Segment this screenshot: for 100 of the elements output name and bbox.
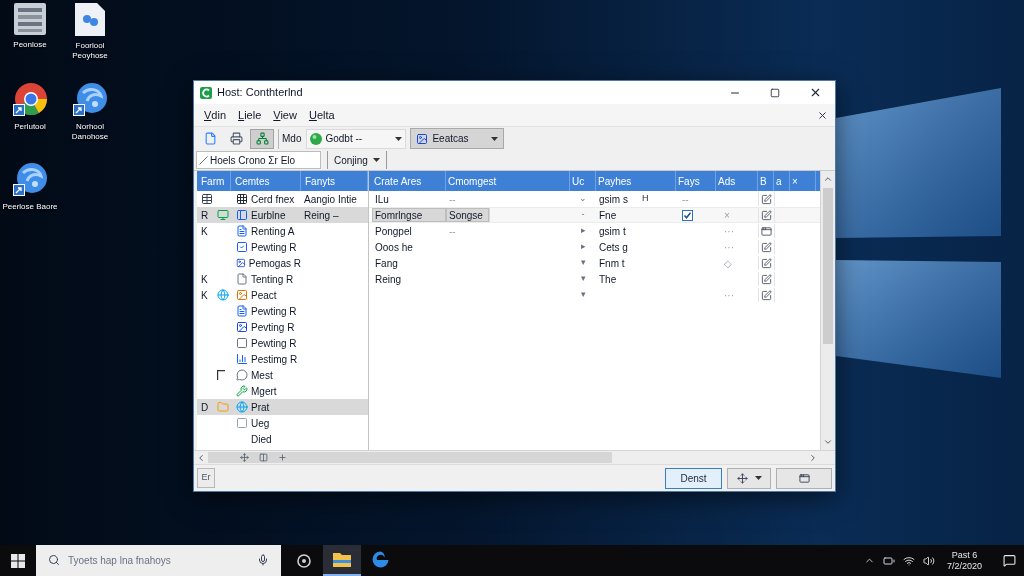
icon-label[interactable]: Norhool Danohose bbox=[62, 122, 118, 142]
item-name[interactable]: Cerd fnex bbox=[251, 191, 295, 207]
table-cell[interactable]: ILu bbox=[373, 193, 391, 205]
expander[interactable]: - bbox=[581, 208, 585, 222]
icon-label[interactable]: Peerlose Baore bbox=[2, 202, 58, 212]
filter-field[interactable]: Hoels Crono Σr Elo bbox=[196, 151, 321, 169]
expander[interactable]: ▸ bbox=[580, 224, 586, 238]
expander[interactable]: ▸ bbox=[580, 240, 586, 254]
grid-icon bbox=[236, 193, 248, 205]
window-icon bbox=[761, 225, 772, 237]
chart-icon bbox=[236, 353, 248, 365]
four-panes-icon[interactable] bbox=[11, 553, 25, 568]
circle-shortcut-icon[interactable] bbox=[13, 163, 47, 197]
item-name[interactable]: Tenting R bbox=[251, 271, 294, 287]
checkbox[interactable] bbox=[682, 209, 693, 221]
chevron-right-icon[interactable] bbox=[808, 452, 818, 463]
microphone-icon[interactable] bbox=[257, 554, 269, 566]
item-name[interactable]: Died bbox=[251, 431, 272, 447]
item-name[interactable]: Pemogas R bbox=[248, 255, 301, 271]
item-name[interactable]: Ueg bbox=[251, 415, 270, 431]
globe-icon bbox=[236, 401, 248, 413]
caret-icon[interactable] bbox=[395, 136, 403, 141]
edit-icon bbox=[761, 289, 772, 301]
maximize-icon[interactable] bbox=[770, 87, 780, 98]
toolbar-button[interactable] bbox=[250, 128, 274, 149]
wifi-icon[interactable] bbox=[902, 554, 915, 567]
clock-date[interactable]: 7/2/2020 bbox=[946, 560, 982, 572]
item-name[interactable]: Renting A bbox=[251, 223, 295, 239]
edit-icon bbox=[761, 273, 772, 285]
icon-label[interactable]: Peonlose bbox=[2, 40, 58, 50]
text-button[interactable]: Mdo bbox=[278, 128, 305, 149]
expander[interactable]: ▾ bbox=[580, 256, 586, 270]
menu-button[interactable] bbox=[727, 467, 771, 489]
swirl-icon bbox=[371, 551, 389, 568]
round-logo-icon[interactable] bbox=[13, 83, 47, 117]
speech-bubble-icon[interactable] bbox=[1002, 554, 1016, 567]
table-cell[interactable]: Pongpel bbox=[373, 225, 414, 237]
item-name[interactable]: Mest bbox=[251, 367, 273, 383]
item-name[interactable]: Mgert bbox=[251, 383, 277, 399]
close-icon[interactable] bbox=[817, 109, 828, 121]
circle-shortcut-icon[interactable] bbox=[73, 83, 107, 117]
search-field[interactable]: Tyoets hap lna fnahoys bbox=[36, 545, 281, 576]
icon-label[interactable]: Foorlool Peoyhose bbox=[62, 41, 118, 61]
item-name[interactable]: Peact bbox=[251, 287, 277, 303]
item-name[interactable]: Eurblne bbox=[251, 207, 286, 223]
table-cell-text: Cets g bbox=[599, 240, 628, 255]
menu-item[interactable]: Liele bbox=[232, 106, 268, 124]
dropdown-button[interactable]: Eeatcas bbox=[410, 128, 505, 149]
search-icon bbox=[48, 554, 60, 566]
table-cell-text: ··· bbox=[724, 288, 734, 303]
window-icon bbox=[798, 472, 810, 484]
action-button[interactable]: Denst bbox=[665, 467, 722, 489]
caret-icon[interactable] bbox=[754, 476, 762, 480]
chevron-left-icon[interactable] bbox=[196, 452, 206, 463]
caret-icon[interactable] bbox=[491, 136, 499, 141]
document-icon[interactable] bbox=[75, 3, 105, 36]
expander[interactable]: ▾ bbox=[580, 272, 586, 286]
item-name[interactable]: Pevting R bbox=[251, 319, 295, 335]
app-icon bbox=[200, 86, 212, 99]
row-letter: K bbox=[201, 288, 209, 303]
icon-label[interactable]: Perlutool bbox=[2, 122, 58, 132]
tree-row[interactable]: D Prat bbox=[197, 399, 368, 415]
small-button[interactable]: Er bbox=[197, 468, 215, 488]
menu-item[interactable]: Uelta bbox=[302, 106, 341, 124]
expander[interactable]: ⌄ bbox=[579, 192, 587, 206]
scrollbar-thumb[interactable] bbox=[823, 188, 833, 344]
scrollbar-thumb[interactable] bbox=[208, 452, 612, 463]
lines-icon[interactable] bbox=[14, 3, 46, 35]
table-row[interactable]: Fomrlngse Songse - Fne × bbox=[369, 207, 820, 223]
battery-icon[interactable] bbox=[882, 554, 895, 567]
image-icon bbox=[416, 132, 429, 145]
chevron-up-icon[interactable] bbox=[823, 174, 833, 184]
menu-item[interactable]: View bbox=[267, 106, 303, 124]
item-name[interactable]: Pewting R bbox=[251, 335, 297, 351]
expander[interactable]: ▾ bbox=[580, 288, 586, 302]
item-name[interactable]: Pestimg R bbox=[251, 351, 298, 367]
tree-row[interactable]: R Eurblne Reing – bbox=[197, 207, 368, 223]
taskbar-button[interactable] bbox=[323, 545, 361, 576]
document-icon bbox=[203, 132, 217, 145]
item-name[interactable]: Prat bbox=[251, 399, 270, 415]
edit-icon bbox=[761, 193, 772, 205]
item-name[interactable]: Pewting R bbox=[251, 239, 297, 255]
clock-time[interactable]: Past 6 bbox=[951, 549, 978, 561]
ring-icon[interactable] bbox=[297, 553, 311, 568]
window-button[interactable] bbox=[776, 467, 832, 489]
speaker-icon[interactable] bbox=[922, 554, 935, 567]
table-cell[interactable]: Reing bbox=[373, 273, 404, 285]
table-cell[interactable]: Fang bbox=[373, 257, 400, 269]
edit-icon bbox=[761, 209, 772, 221]
chevron-down-icon[interactable] bbox=[823, 437, 833, 447]
dropdown-button[interactable]: Conjing bbox=[327, 151, 387, 169]
item-name[interactable]: Pewting R bbox=[251, 303, 297, 319]
table-cell[interactable]: Ooos he bbox=[373, 241, 415, 253]
folder-icon bbox=[217, 401, 229, 413]
combo-box[interactable]: Godbt -- bbox=[306, 128, 407, 149]
menu-item[interactable]: Vdin bbox=[198, 106, 233, 124]
cell-mark: H bbox=[641, 192, 649, 206]
table-cell-text: -- bbox=[682, 192, 689, 207]
caret-icon[interactable] bbox=[372, 158, 380, 162]
table-cell-text: ◇ bbox=[724, 256, 732, 271]
